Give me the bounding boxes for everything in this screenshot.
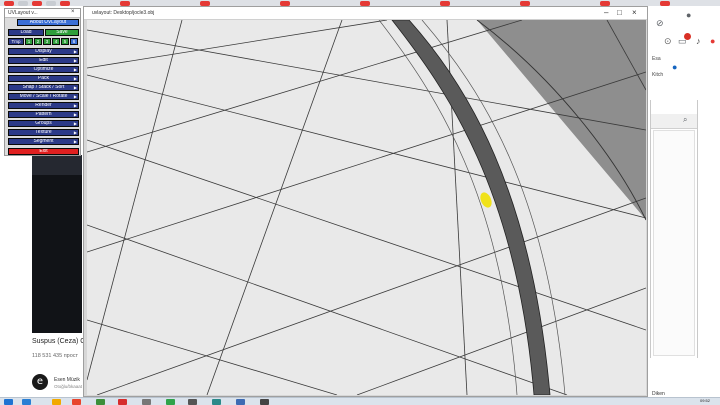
submenu-arrow-icon: ▶ [73, 67, 77, 72]
menu-label: Texture [35, 129, 52, 135]
user-icon[interactable]: ● [686, 10, 691, 20]
translate-icon[interactable]: ⊘ [656, 18, 664, 28]
explorer-panel [653, 130, 695, 356]
start-button[interactable] [4, 399, 13, 405]
notification-badge-icon[interactable] [684, 33, 691, 40]
menu-display[interactable]: Display ▶ [8, 48, 79, 55]
viewport-titlebar[interactable]: uvlayout: Desktop/jocle3.obj – □ × [84, 7, 647, 20]
viewport-title: uvlayout: Desktop/jocle3.obj [92, 10, 155, 16]
browser-tab[interactable] [32, 1, 42, 6]
submenu-arrow-icon: ▶ [73, 76, 77, 81]
uvlayout-viewport-window: uvlayout: Desktop/jocle3.obj – □ × [83, 6, 648, 397]
load-button[interactable]: Load [8, 29, 44, 36]
menu-move-scale-rotate[interactable]: Move / Scale / Rotate ▶ [8, 93, 79, 100]
uvlayout-panel-titlebar[interactable]: UVLayout v... × [5, 9, 80, 18]
channel-dot-icon: ● [672, 62, 678, 72]
menu-label: Optimize [33, 66, 54, 72]
menu-label: Pack [37, 75, 50, 81]
tmp-slot-button[interactable]: 3 [43, 38, 51, 45]
menu-groups[interactable]: Groups ▶ [8, 120, 79, 127]
tmp-slot-button[interactable]: 5 [61, 38, 69, 45]
channel-subtitle: Otoğlu/bkaaat [54, 384, 83, 389]
mesh-render [87, 20, 646, 395]
about-uvlayout-button[interactable]: About UVLayout [17, 19, 79, 26]
channel-avatar[interactable]: e [32, 374, 48, 390]
video-views: 118 531 435 прост [32, 353, 79, 359]
menu-label: Pattern [35, 111, 52, 117]
channel-name[interactable]: Esen Müzik [54, 377, 80, 383]
submenu-arrow-icon: ▶ [73, 130, 77, 135]
menu-segment[interactable]: Segment ▶ [8, 138, 79, 145]
sidebar-snippet: Kitch [652, 72, 664, 78]
menu-label: Render [35, 102, 52, 108]
maximize-icon[interactable]: □ [617, 8, 622, 18]
menu-snap-stack-sort[interactable]: Snap / Stack / Sort ▶ [8, 84, 79, 91]
video-player-header [32, 155, 82, 175]
submenu-arrow-icon: ▶ [73, 49, 77, 54]
browser-tab[interactable] [4, 1, 14, 6]
menu-optimize[interactable]: Optimize ▶ [8, 66, 79, 73]
save-button[interactable]: Save [45, 29, 79, 36]
sidebar-snippet: Esa [652, 56, 661, 62]
browser-tab[interactable] [60, 1, 70, 6]
exit-button[interactable]: Exit [8, 148, 79, 155]
explorer-toolbar: ⌕ [651, 114, 697, 129]
tmp-slot-button[interactable]: 2 [34, 38, 42, 45]
menu-edit[interactable]: Edit ▶ [8, 57, 79, 64]
submenu-arrow-icon: ▶ [73, 112, 77, 117]
taskbar-app-icon[interactable] [142, 399, 151, 405]
taskbar-app-icon[interactable] [22, 399, 31, 405]
submenu-arrow-icon: ▶ [73, 103, 77, 108]
menu-label: Segment [33, 138, 54, 144]
submenu-arrow-icon: ▶ [73, 121, 77, 126]
video-title[interactable]: Suspus (Ceza) O [32, 338, 86, 345]
taskbar-app-icon[interactable] [236, 399, 245, 405]
browser-tab[interactable] [46, 1, 56, 6]
submenu-arrow-icon: ▶ [73, 94, 77, 99]
tmp-slot-button[interactable]: 6 [70, 38, 78, 45]
submenu-arrow-icon: ▶ [73, 58, 77, 63]
menu-pack[interactable]: Pack ▶ [8, 75, 79, 82]
submenu-arrow-icon: ▶ [73, 139, 77, 144]
taskbar-app-icon[interactable] [52, 399, 61, 405]
menu-label: Groups [35, 120, 52, 126]
minimize-icon[interactable]: – [604, 8, 608, 18]
avatar[interactable]: ● [710, 36, 715, 46]
bell-icon[interactable]: ♪ [696, 36, 701, 46]
tmp-slot-button[interactable]: 4 [52, 38, 60, 45]
browser-tab[interactable] [18, 1, 28, 6]
close-icon[interactable]: × [632, 8, 637, 18]
taskbar-app-icon[interactable] [118, 399, 127, 405]
close-icon[interactable]: × [71, 9, 75, 15]
search-icon[interactable]: ⌕ [683, 115, 687, 125]
apps-icon[interactable]: ⊙ [664, 36, 672, 46]
taskbar-app-icon[interactable] [96, 399, 105, 405]
taskbar-app-icon[interactable] [260, 399, 269, 405]
menu-label: Display [35, 48, 52, 54]
explorer-window: ⌕ [650, 100, 698, 358]
taskbar-app-icon[interactable] [166, 399, 175, 405]
menu-label: Edit [39, 57, 48, 63]
uvlayout-panel-title: UVLayout v... [8, 10, 38, 16]
menu-render[interactable]: Render ▶ [8, 102, 79, 109]
video-player[interactable] [32, 155, 82, 333]
taskbar-app-icon[interactable] [188, 399, 197, 405]
submenu-arrow-icon: ▶ [73, 85, 77, 90]
uvlayout-tool-panel: UVLayout v... × About UVLayout Load Save… [4, 8, 81, 156]
taskbar-app-icon[interactable] [212, 399, 221, 405]
menu-label: Move / Scale / Rotate [19, 93, 68, 99]
menu-label: Snap / Stack / Sort [22, 84, 65, 90]
taskbar-app-icon[interactable] [72, 399, 81, 405]
taskbar: 09:52 [0, 397, 720, 405]
menu-pattern[interactable]: Pattern ▶ [8, 111, 79, 118]
menu-texture[interactable]: Texture ▶ [8, 129, 79, 136]
taskbar-clock[interactable]: 09:52 [700, 398, 710, 403]
3d-viewport[interactable] [87, 20, 646, 395]
tmp-label: Tmp [8, 38, 24, 45]
tmp-slot-button[interactable]: 1 [25, 38, 33, 45]
browser-background-region: ⊘ ● ⊙ ▭ ♪ ● Esa ● Kitch [650, 6, 720, 100]
